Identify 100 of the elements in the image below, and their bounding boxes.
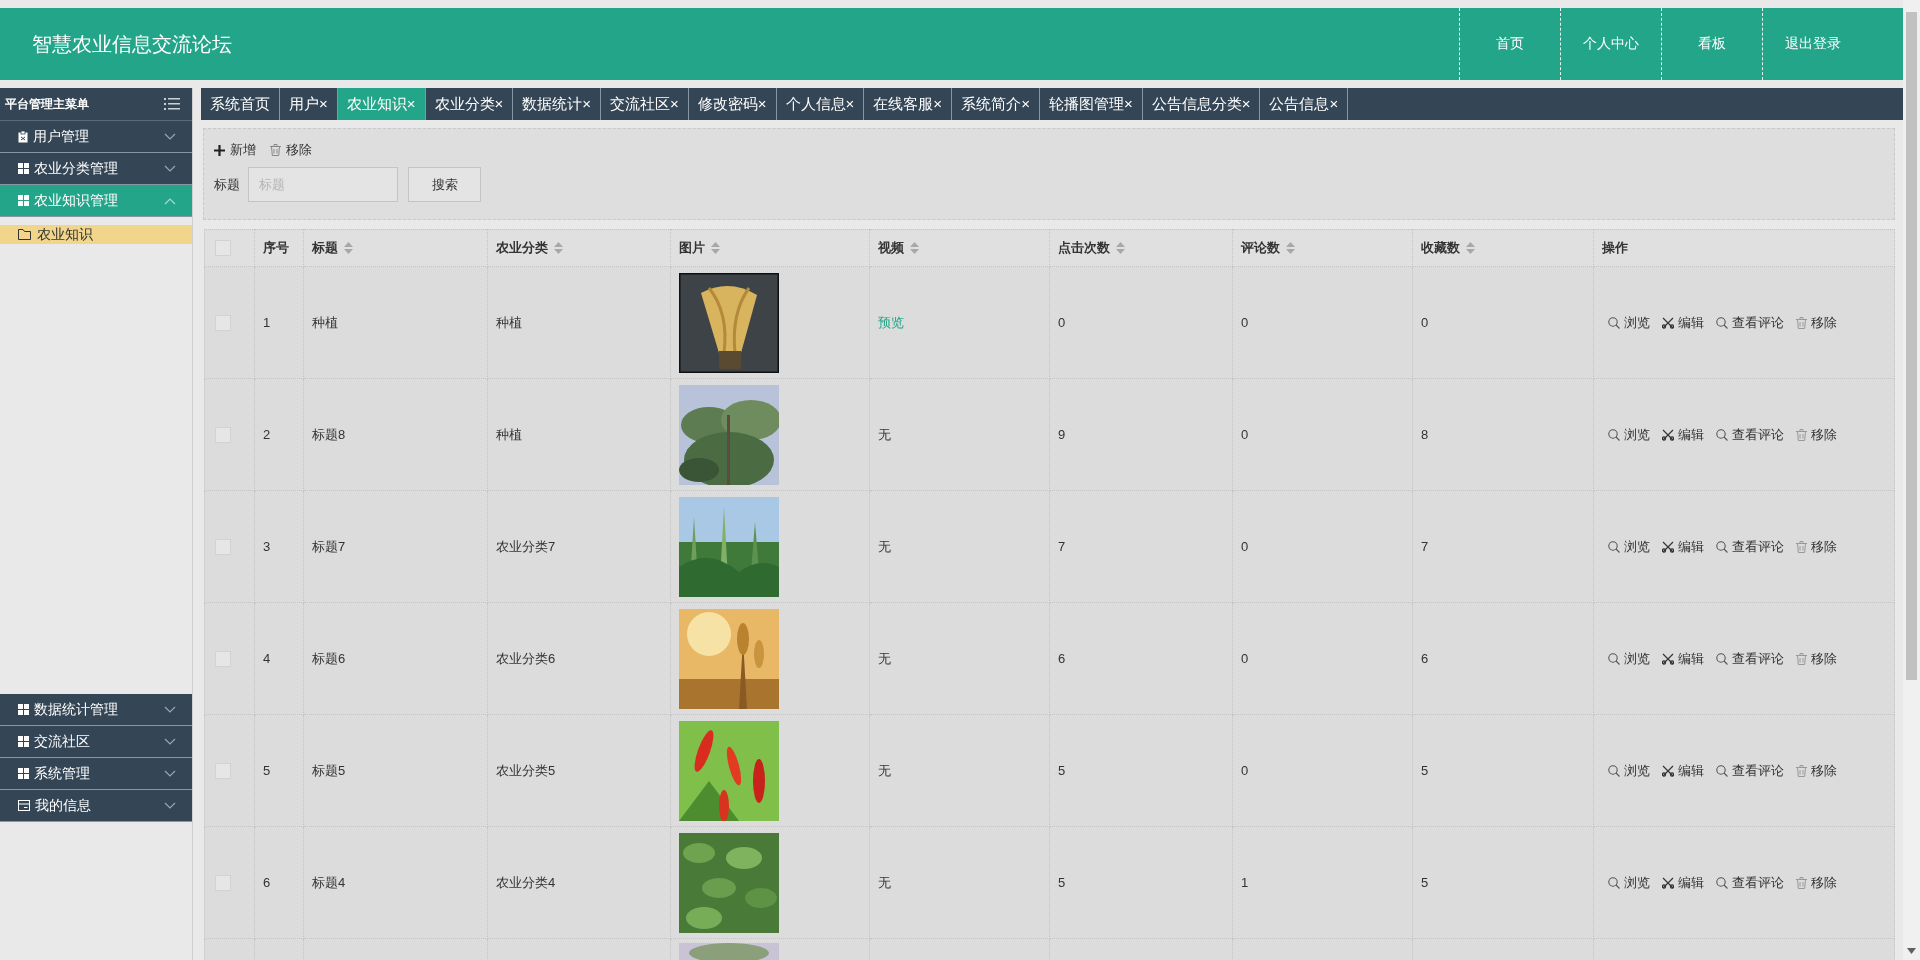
action-link[interactable]: 查看评论 xyxy=(1716,313,1784,332)
tab[interactable]: 系统简介× xyxy=(952,88,1040,120)
table-cell: 1 xyxy=(263,315,271,330)
tab[interactable]: 用户× xyxy=(280,88,338,120)
action-link[interactable]: 移除 xyxy=(1796,649,1837,668)
menu-item[interactable]: 交流社区 xyxy=(0,726,192,758)
tab[interactable]: 在线客服× xyxy=(864,88,953,120)
search-icon xyxy=(1608,876,1620,889)
menu-title: 平台管理主菜单 xyxy=(5,95,89,113)
action-link[interactable]: 移除 xyxy=(1796,425,1837,444)
search-icon xyxy=(1716,652,1728,665)
grid-icon xyxy=(18,163,29,174)
table-cell: 7 xyxy=(1421,539,1429,554)
search-icon xyxy=(1716,540,1728,553)
sort-icon[interactable] xyxy=(1116,242,1125,254)
action-link[interactable]: 编辑 xyxy=(1662,425,1704,444)
tab[interactable]: 数据统计× xyxy=(513,88,602,120)
table-cell: 标题4 xyxy=(312,874,346,890)
tab[interactable]: 系统首页 xyxy=(201,88,280,120)
action-link[interactable]: 编辑 xyxy=(1662,537,1704,556)
search-icon xyxy=(1716,316,1728,329)
table-cell: 5 xyxy=(1421,763,1429,778)
chevron-down-icon xyxy=(164,769,176,778)
grid-icon xyxy=(18,195,29,206)
sort-icon[interactable] xyxy=(1286,242,1295,254)
action-link[interactable]: 查看评论 xyxy=(1716,425,1784,444)
tab[interactable]: 修改密码× xyxy=(688,88,777,120)
tab[interactable]: 公告信息× xyxy=(1260,88,1349,120)
add-button[interactable]: 新增 xyxy=(214,141,256,159)
scissors-icon xyxy=(1662,764,1674,777)
table-cell: 种植 xyxy=(496,314,522,330)
tab[interactable]: 轮播图管理× xyxy=(1039,88,1143,120)
arrow-down-icon[interactable] xyxy=(1907,948,1916,954)
tab[interactable]: 公告信息分类× xyxy=(1142,88,1261,120)
column-header: 视频 xyxy=(878,239,904,257)
sort-icon[interactable] xyxy=(711,242,720,254)
scrollbar-thumb[interactable] xyxy=(1906,12,1917,680)
table-cell: 0 xyxy=(1241,427,1249,442)
action-link[interactable]: 查看评论 xyxy=(1716,761,1784,780)
table-cell: 6 xyxy=(1058,651,1066,666)
chevron-down-icon xyxy=(164,164,176,173)
sort-icon[interactable] xyxy=(344,242,353,254)
action-link[interactable]: 编辑 xyxy=(1662,873,1704,892)
plus-icon xyxy=(214,144,225,156)
action-link[interactable]: 浏览 xyxy=(1608,761,1650,780)
action-link[interactable]: 编辑 xyxy=(1662,313,1704,332)
action-link[interactable]: 移除 xyxy=(1796,873,1837,892)
search-icon xyxy=(1608,652,1620,665)
scissors-icon xyxy=(1662,316,1674,329)
action-link[interactable]: 浏览 xyxy=(1608,537,1650,556)
action-link[interactable]: 浏览 xyxy=(1608,873,1650,892)
column-header: 图片 xyxy=(679,239,705,257)
trash-icon xyxy=(270,144,281,156)
sort-icon[interactable] xyxy=(1466,242,1475,254)
search-icon xyxy=(1608,428,1620,441)
trash-icon xyxy=(1796,652,1807,665)
grid-icon xyxy=(18,736,29,747)
delete-button[interactable]: 移除 xyxy=(270,141,312,159)
table-cell: 无 xyxy=(878,538,891,554)
table-cell: 无 xyxy=(878,650,891,666)
table-cell: 5 xyxy=(1058,875,1066,890)
table-cell: 无 xyxy=(878,874,891,890)
menu-item[interactable]: 用户管理 xyxy=(0,121,192,153)
column-header: 收藏数 xyxy=(1421,239,1460,257)
tab[interactable]: 交流社区× xyxy=(601,88,689,120)
action-link[interactable]: 浏览 xyxy=(1608,313,1650,332)
action-link[interactable]: 编辑 xyxy=(1662,761,1704,780)
search-icon xyxy=(1608,316,1620,329)
action-link[interactable]: 查看评论 xyxy=(1716,537,1784,556)
action-link[interactable]: 浏览 xyxy=(1608,425,1650,444)
sort-icon[interactable] xyxy=(554,242,563,254)
menu-item[interactable]: 系统管理 xyxy=(0,758,192,790)
trash-icon xyxy=(1796,764,1807,777)
column-header: 序号 xyxy=(263,239,289,257)
search-icon xyxy=(1716,428,1728,441)
column-header: 操作 xyxy=(1602,239,1628,257)
menu-item[interactable]: 数据统计管理 xyxy=(0,694,192,726)
action-link[interactable]: 移除 xyxy=(1796,761,1837,780)
search-icon xyxy=(1608,540,1620,553)
table-cell: 0 xyxy=(1058,315,1066,330)
action-link[interactable]: 浏览 xyxy=(1608,649,1650,668)
submenu-item[interactable]: 农业知识 xyxy=(0,225,192,244)
table-cell: 标题8 xyxy=(312,426,346,442)
action-link[interactable]: 编辑 xyxy=(1662,649,1704,668)
action-link[interactable]: 查看评论 xyxy=(1716,873,1784,892)
menu-item[interactable]: 农业分类管理 xyxy=(0,153,192,185)
chevron-down-icon xyxy=(164,801,176,810)
action-link[interactable]: 移除 xyxy=(1796,537,1837,556)
menu-item[interactable]: 我的信息 xyxy=(0,790,192,822)
list-icon[interactable] xyxy=(164,97,180,111)
tab[interactable]: 个人信息× xyxy=(776,88,865,120)
table-cell: 标题5 xyxy=(312,762,346,778)
action-link[interactable]: 查看评论 xyxy=(1716,649,1784,668)
search-button[interactable]: 搜索 xyxy=(408,167,481,202)
table-cell: 3 xyxy=(263,539,271,554)
tab[interactable]: 农业分类× xyxy=(425,88,514,120)
column-header: 农业分类 xyxy=(496,239,548,257)
scissors-icon xyxy=(1662,428,1674,441)
action-link[interactable]: 移除 xyxy=(1796,313,1837,332)
sort-icon[interactable] xyxy=(910,242,919,254)
